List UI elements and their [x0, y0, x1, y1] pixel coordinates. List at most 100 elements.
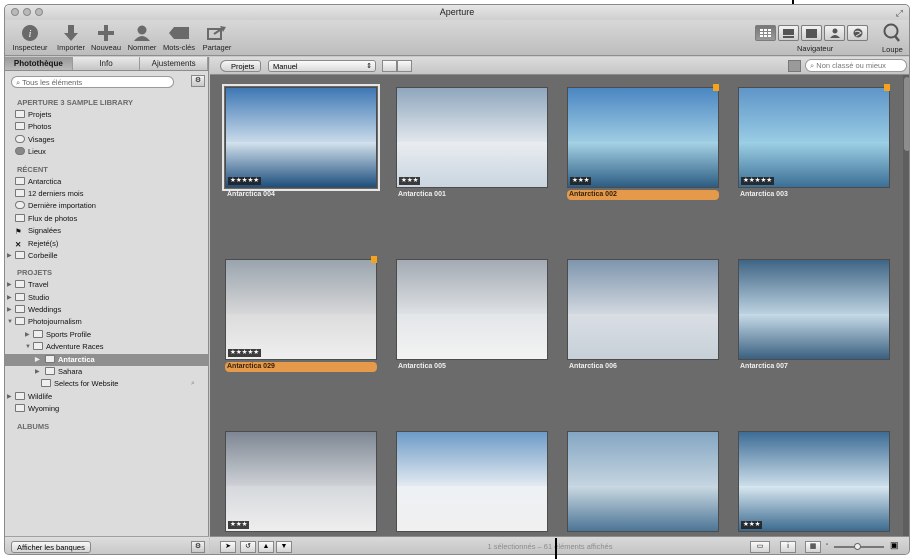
zoom-button[interactable] — [35, 8, 43, 16]
window-controls — [11, 8, 43, 16]
vertical-scrollbar[interactable] — [903, 75, 909, 536]
library-panel: Photothèque Info Ajustements ⌕ Tous les … — [5, 57, 209, 554]
recent-item-last-import[interactable]: Dernière importation — [5, 200, 209, 212]
metadata-overlay-button[interactable]: i — [780, 541, 796, 553]
display-options-button[interactable]: ▭ — [750, 541, 770, 553]
recent-item-last-12-months[interactable]: 12 derniers mois — [5, 188, 209, 200]
inspector-button[interactable]: i Inspecteur — [11, 23, 49, 52]
viewer-button[interactable] — [801, 25, 822, 41]
minimize-button[interactable] — [23, 8, 31, 16]
fullscreen-icon[interactable]: ⤢ — [896, 6, 903, 21]
flag-icon[interactable] — [884, 84, 890, 91]
browser-search-input[interactable]: ⌕ Non classé ou mieux — [805, 59, 907, 72]
gear-icon: ⚙ — [194, 543, 202, 550]
photo-thumbnail[interactable] — [567, 431, 719, 532]
photo-thumbnail[interactable] — [396, 431, 548, 532]
browser-view-button[interactable] — [755, 25, 776, 41]
flag-icon[interactable] — [713, 84, 719, 91]
disclosure-triangle-open-icon[interactable]: ▼ — [25, 341, 31, 353]
recent-item-antarctica[interactable]: Antarctica — [5, 176, 209, 188]
project-item-antarctica[interactable]: ▶ Antarctica — [5, 353, 209, 367]
keywords-button[interactable]: Mots-clés — [161, 23, 197, 52]
photo-thumbnail[interactable] — [567, 259, 719, 360]
project-item-travel[interactable]: ▶ Travel — [5, 279, 209, 291]
disclosure-triangle-icon[interactable]: ▶ — [7, 292, 12, 304]
photo-thumbnail[interactable]: ★★★ — [396, 87, 548, 188]
project-item-photojournalism[interactable]: ▼ Photojournalism — [5, 316, 209, 328]
project-item-studio[interactable]: ▶ Studio — [5, 292, 209, 304]
split-view-button[interactable] — [778, 25, 799, 41]
photo-thumbnail[interactable] — [396, 259, 548, 360]
import-button[interactable]: Importer — [54, 23, 88, 52]
tab-library[interactable]: Photothèque — [5, 57, 73, 70]
display-icon: ▭ — [756, 543, 764, 550]
recent-item-label: 12 derniers mois — [28, 188, 84, 198]
project-item-selects-for-website[interactable]: Selects for Website ⌕ — [5, 378, 209, 390]
flag-icon[interactable] — [371, 256, 377, 263]
fullscreen-toggle-button[interactable]: ▦ — [805, 541, 821, 553]
new-button[interactable]: Nouveau — [90, 23, 122, 52]
rating-badge: ★★★ — [228, 521, 250, 529]
disclosure-triangle-open-icon[interactable]: ▼ — [7, 316, 13, 328]
photo-thumbnail[interactable]: ★★★★★ — [225, 259, 377, 360]
photo-thumbnail[interactable]: ★★★★★ — [222, 84, 380, 191]
globe-icon — [853, 28, 862, 38]
library-search-input[interactable]: ⌕ Tous les éléments — [11, 76, 174, 88]
tab-adjustments[interactable]: Ajustements — [140, 57, 209, 70]
recent-item-flagged[interactable]: ⚑ Signalées — [5, 225, 209, 237]
recent-item-trash[interactable]: ▶ Corbeille — [5, 250, 209, 262]
photo-thumbnail[interactable] — [738, 259, 890, 360]
vault-action-menu[interactable]: ⚙ — [191, 541, 205, 553]
close-button[interactable] — [11, 8, 19, 16]
library-item-faces[interactable]: Visages — [5, 134, 209, 146]
project-item-wyoming[interactable]: Wyoming — [5, 403, 209, 415]
disclosure-triangle-icon[interactable]: ▶ — [7, 304, 12, 316]
thumbnail-sky — [397, 88, 547, 148]
project-item-sahara[interactable]: ▶ Sahara — [5, 366, 209, 378]
library-action-menu[interactable]: ⚙ — [191, 75, 205, 87]
browser-toolbar: Projets Manuel ⇕ ⌕ Non classé ou mieux — [210, 57, 909, 75]
thumbnail-sky — [568, 260, 718, 320]
library-item-photos[interactable]: Photos — [5, 121, 209, 133]
grid-layout-button[interactable] — [382, 60, 397, 72]
project-item-label: Antarctica — [58, 354, 95, 364]
rotate-tool-button[interactable]: ↺ — [240, 541, 256, 553]
name-faces-button[interactable]: Nommer — [126, 23, 158, 52]
filter-hud-button[interactable] — [788, 60, 801, 72]
loupe-button[interactable]: Loupe — [882, 23, 903, 54]
list-layout-button[interactable] — [397, 60, 412, 72]
tab-info[interactable]: Info — [72, 57, 141, 70]
slider-knob[interactable] — [854, 543, 861, 550]
library-item-places[interactable]: Lieux — [5, 146, 209, 158]
disclosure-triangle-icon[interactable]: ▶ — [7, 391, 12, 403]
recent-item-photo-stream[interactable]: Flux de photos — [5, 213, 209, 225]
faces-view-button[interactable] — [824, 25, 845, 41]
disclosure-triangle-icon[interactable]: ▶ — [35, 366, 40, 378]
share-button[interactable]: Partager — [201, 23, 233, 52]
browser-bottom-bar: ➤ ↺ ▲ ▼ 1 sélectionnés – 61 éléments aff… — [210, 536, 909, 554]
project-item-sports-profile[interactable]: ▶ Sports Profile — [5, 329, 209, 341]
browser-area: Projets Manuel ⇕ ⌕ Non classé ou mieux ★★… — [210, 57, 909, 554]
photo-thumbnail[interactable]: ★★★ — [567, 87, 719, 188]
recent-item-rejected[interactable]: ✕ Rejeté(s) — [5, 238, 209, 250]
show-vaults-button[interactable]: Afficher les banques — [11, 541, 91, 553]
project-item-wildlife[interactable]: ▶ Wildlife — [5, 391, 209, 403]
places-view-button[interactable] — [847, 25, 868, 41]
photo-thumbnail[interactable]: ★★★★★ — [738, 87, 890, 188]
photo-thumbnail[interactable]: ★★★ — [225, 431, 377, 532]
scrollbar-thumb[interactable] — [904, 77, 909, 151]
sort-select[interactable]: Manuel ⇕ — [268, 60, 376, 72]
photo-thumbnail[interactable]: ★★★ — [738, 431, 890, 532]
project-item-adventure-races[interactable]: ▼ Adventure Races — [5, 341, 209, 353]
project-item-weddings[interactable]: ▶ Weddings — [5, 304, 209, 316]
select-tool-button[interactable]: ➤ — [220, 541, 236, 553]
disclosure-triangle-icon[interactable]: ▶ — [25, 329, 30, 341]
disclosure-triangle-icon[interactable]: ▶ — [7, 250, 12, 262]
lift-tool-button[interactable]: ▲ — [258, 541, 274, 553]
disclosure-triangle-icon[interactable]: ▶ — [7, 279, 12, 291]
library-item-projects[interactable]: Projets — [5, 109, 209, 121]
thumbnail-size-slider[interactable] — [834, 543, 884, 550]
stamp-tool-button[interactable]: ▼ — [276, 541, 292, 553]
projects-back-button[interactable]: Projets — [220, 60, 262, 72]
disclosure-triangle-icon[interactable]: ▶ — [35, 354, 40, 366]
